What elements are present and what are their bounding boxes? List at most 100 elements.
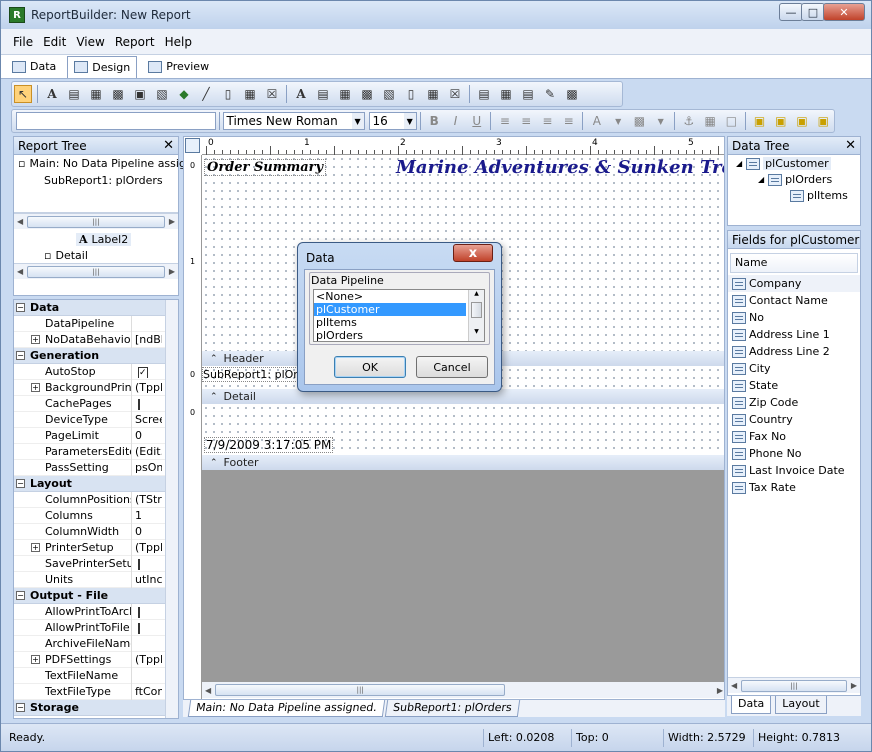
date-system-variable[interactable]: 7/9/2009 3:17:05 PM	[204, 437, 334, 453]
scroll-right-icon[interactable]: ▶	[169, 217, 175, 226]
pipeline-option[interactable]: plOrders	[314, 329, 466, 341]
property-checkbox[interactable]	[138, 623, 140, 634]
property-row[interactable]: + BackgroundPrintSe(TppB	[14, 379, 178, 396]
property-row[interactable]: Columns 1	[14, 507, 178, 524]
collapse-icon[interactable]: −	[16, 591, 25, 600]
pipeline-option[interactable]: plCustomer	[314, 303, 466, 316]
db-crosstab-icon[interactable]: ▦	[424, 85, 442, 103]
collapse-icon[interactable]: −	[16, 703, 25, 712]
field-item[interactable]: Address Line 2	[728, 343, 860, 360]
property-row[interactable]: ColumnPositions (TStri	[14, 491, 178, 508]
data-tree-item-items[interactable]: plItems	[790, 189, 848, 202]
property-row[interactable]: ColumnWidth 0	[14, 523, 178, 540]
property-value[interactable]: (Edit.	[132, 445, 162, 458]
property-row[interactable]: PageLimit 0	[14, 427, 178, 444]
property-value[interactable]: ftComr	[132, 685, 162, 698]
field-item[interactable]: City	[728, 360, 860, 377]
property-row[interactable]: + PrinterSetup (TppP	[14, 539, 178, 556]
field-item[interactable]: Country	[728, 411, 860, 428]
scroll-thumb[interactable]: |||	[27, 215, 165, 228]
tee-chart-icon[interactable]: ▩	[563, 85, 581, 103]
scroll-up-icon[interactable]: ▲	[469, 290, 484, 300]
field-item[interactable]: Fax No	[728, 428, 860, 445]
property-category[interactable]: − Generation	[14, 348, 178, 364]
tab-data-fields[interactable]: Data	[731, 696, 772, 714]
menu-file[interactable]: File	[13, 35, 33, 49]
tree-component-label2[interactable]: A Label2	[76, 233, 132, 246]
close-window-button[interactable]: ✕	[823, 3, 865, 21]
report-title-label[interactable]: Marine Adventures & Sunken Treasure	[396, 157, 724, 178]
property-row[interactable]: + NoDataBehaviors[ndBla	[14, 331, 178, 348]
collapse-icon[interactable]: −	[16, 479, 25, 488]
region-icon[interactable]: ▤	[475, 85, 493, 103]
border-icon[interactable]: □	[723, 112, 740, 130]
property-value[interactable]: Scree	[132, 413, 162, 426]
grid-icon[interactable]: ▦	[701, 112, 718, 130]
tree-item-main[interactable]: ▫ Main: No Data Pipeline assign	[18, 157, 193, 170]
dialog-close-button[interactable]: x	[453, 244, 493, 262]
chevron-down-icon[interactable]: ▼	[610, 112, 627, 130]
order-summary-label[interactable]: Order Summary	[204, 159, 327, 176]
barcode-icon[interactable]: ▯	[219, 85, 237, 103]
tree-hscrollbar[interactable]: ◀ ||| ▶	[14, 213, 178, 229]
maximize-button[interactable]: □	[801, 3, 825, 21]
footer-band-bar[interactable]: ⌃ Footer	[202, 455, 724, 470]
cancel-button[interactable]: Cancel	[416, 356, 488, 378]
expand-icon[interactable]: +	[31, 542, 40, 552]
label-icon[interactable]: A	[43, 85, 61, 103]
select-pointer-icon[interactable]: ↖	[14, 85, 32, 103]
italic-icon[interactable]: I	[447, 112, 464, 130]
property-checkbox[interactable]	[138, 399, 140, 410]
subreport-component[interactable]: SubReport1: plOrders	[202, 367, 306, 382]
pipeline-option[interactable]: <None>	[314, 290, 466, 303]
align-left-icon[interactable]: ≡	[496, 112, 513, 130]
property-value[interactable]: [ndBla	[132, 333, 162, 346]
property-row[interactable]: AutoStop ✓	[14, 363, 178, 380]
component-hscrollbar[interactable]: ◀ ||| ▶	[14, 263, 178, 279]
property-category[interactable]: − Storage	[14, 700, 178, 716]
scroll-left-icon[interactable]: ◀	[17, 267, 23, 276]
property-checkbox[interactable]: ✓	[138, 367, 148, 378]
field-item[interactable]: Tax Rate	[728, 479, 860, 496]
property-row[interactable]: DeviceType Scree	[14, 411, 178, 428]
menu-view[interactable]: View	[76, 35, 104, 49]
property-row[interactable]: TextFileType ftComr	[14, 683, 178, 700]
property-row[interactable]: ArchiveFileName	[14, 635, 178, 652]
property-category[interactable]: − Output - File	[14, 588, 178, 604]
bring-to-front-icon[interactable]: ▣	[751, 112, 768, 130]
close-icon[interactable]: ✕	[163, 138, 174, 153]
db-memo-icon[interactable]: ▤	[314, 85, 332, 103]
crosstab-icon[interactable]: ▦	[241, 85, 259, 103]
data-tree-item-orders[interactable]: ◢ plOrders	[758, 173, 832, 186]
property-row[interactable]: CachePages	[14, 395, 178, 412]
scroll-down-icon[interactable]: ▼	[469, 328, 484, 338]
property-checkbox[interactable]	[138, 559, 140, 570]
menu-help[interactable]: Help	[165, 35, 192, 49]
align-right-icon[interactable]: ≡	[539, 112, 556, 130]
pen-icon[interactable]: ✎	[541, 85, 559, 103]
scroll-left-icon[interactable]: ◀	[17, 217, 23, 226]
scroll-right-icon[interactable]: ▶	[169, 267, 175, 276]
field-item[interactable]: Address Line 1	[728, 326, 860, 343]
send-backward-icon[interactable]: ▣	[815, 112, 832, 130]
field-item[interactable]: Last Invoice Date	[728, 462, 860, 479]
chevron-down-icon[interactable]: ▼	[351, 113, 364, 129]
page-settings-icon[interactable]	[185, 138, 200, 153]
data-tree-item-customer[interactable]: ◢ plCustomer	[736, 157, 831, 170]
justify-icon[interactable]: ≡	[560, 112, 577, 130]
listbox-vscrollbar[interactable]: ▲ ▼	[468, 290, 484, 341]
expand-icon[interactable]: +	[31, 334, 40, 344]
scroll-left-icon[interactable]: ◀	[731, 681, 737, 690]
collapse-icon[interactable]: −	[16, 351, 25, 360]
db-rich-text-icon[interactable]: ▦	[336, 85, 354, 103]
db-text-icon[interactable]: A	[292, 85, 310, 103]
field-item[interactable]: Contact Name	[728, 292, 860, 309]
property-row[interactable]: DataPipeline	[14, 315, 178, 332]
line-icon[interactable]: ╱	[197, 85, 215, 103]
shape-icon[interactable]: ◆	[175, 85, 193, 103]
tab-design[interactable]: Design	[67, 55, 138, 78]
expand-icon[interactable]: +	[31, 654, 40, 664]
font-size-combo[interactable]: 16 ▼	[368, 112, 417, 130]
field-item[interactable]: Company	[728, 275, 860, 292]
pipeline-listbox[interactable]: <None> plCustomer plItems plOrders ▲ ▼	[313, 289, 485, 342]
